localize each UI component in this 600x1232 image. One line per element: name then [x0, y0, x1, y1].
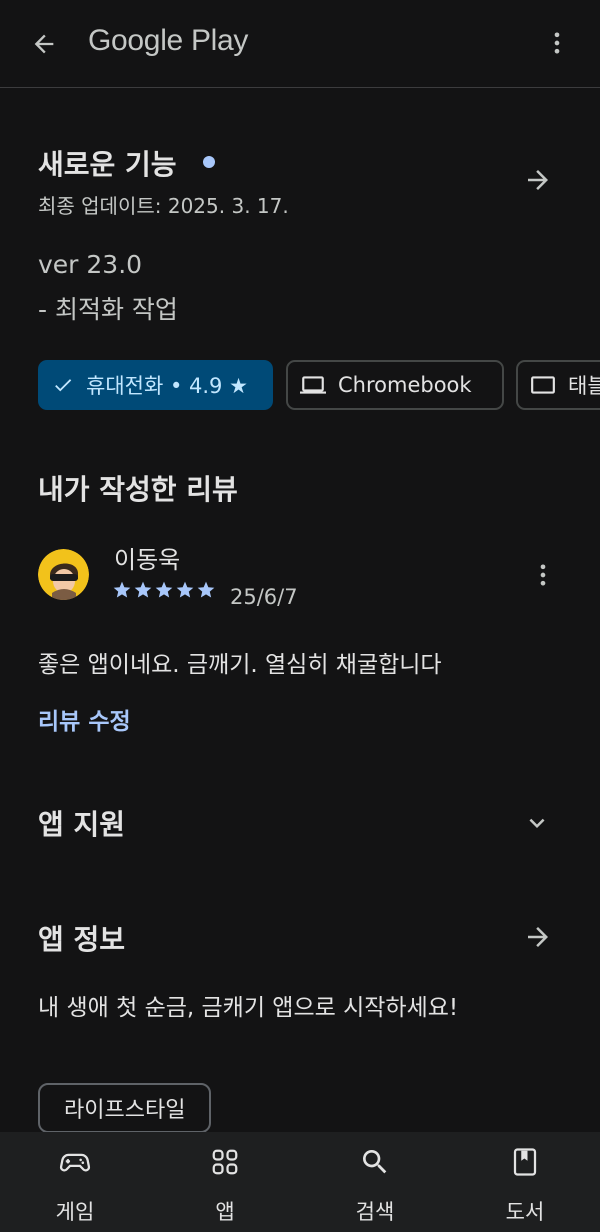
- release-note-text: - 최적화 작업: [38, 295, 178, 324]
- check-icon: [52, 374, 74, 396]
- more-vert-icon: [554, 32, 560, 54]
- my-review-title: 내가 작성한 리뷰: [38, 473, 238, 506]
- nav-item-apps[interactable]: 앱: [150, 1132, 300, 1232]
- arrow-forward-icon: [528, 170, 548, 190]
- edit-review-link[interactable]: 리뷰 수정: [38, 702, 131, 736]
- star-icon: [134, 581, 152, 598]
- book-icon: [450, 1146, 600, 1178]
- app-description: 내 생애 첫 순금, 금캐기 앱으로 시작하세요!: [38, 995, 459, 1021]
- reviewer-name: 이동욱: [114, 546, 181, 574]
- app-support-expand-button[interactable]: [520, 806, 554, 840]
- bottom-navigation: 게임 앱 검색 도서: [0, 1132, 600, 1232]
- category-tag-chip[interactable]: 라이프스타일: [38, 1083, 212, 1133]
- whats-new-arrow-button[interactable]: [520, 162, 556, 198]
- arrow-back-icon: [34, 34, 54, 54]
- search-icon: [300, 1146, 450, 1178]
- device-chip-tablet[interactable]: 태블: [516, 360, 600, 410]
- review-more-button[interactable]: [528, 558, 558, 592]
- nav-label: 도서: [505, 1200, 545, 1224]
- app-title: Google Play: [88, 24, 249, 57]
- nav-item-books[interactable]: 도서: [450, 1132, 600, 1232]
- arrow-forward-icon: [528, 927, 548, 947]
- nav-item-games[interactable]: 게임: [0, 1132, 150, 1232]
- device-chip-phone[interactable]: 휴대전화 • 4.9 ★: [38, 360, 273, 410]
- device-chip-label: 휴대전화 • 4.9 ★: [86, 374, 248, 398]
- whats-new-title[interactable]: 새로운 기능: [38, 143, 177, 183]
- last-updated-text: 최종 업데이트: 2025. 3. 17.: [38, 194, 289, 218]
- rating-stars: [112, 580, 216, 600]
- nav-label: 게임: [55, 1200, 95, 1224]
- review-body: 좋은 앱이네요. 금깨기. 열심히 채굴합니다: [38, 652, 442, 678]
- top-app-bar: Google Play: [0, 0, 600, 88]
- review-date: 25/6/7: [230, 585, 298, 609]
- apps-grid-icon: [150, 1146, 300, 1178]
- tablet-icon: [530, 372, 556, 398]
- more-vert-icon: [540, 564, 546, 586]
- more-options-button[interactable]: [540, 26, 574, 60]
- star-icon: [155, 581, 173, 598]
- star-icon: [113, 581, 131, 598]
- app-info-arrow-button[interactable]: [520, 919, 556, 955]
- device-chip-label: 태블: [568, 374, 600, 398]
- nav-item-search[interactable]: 검색: [300, 1132, 450, 1232]
- version-text: ver 23.0: [38, 250, 143, 279]
- back-button[interactable]: [24, 24, 64, 64]
- avatar: [38, 549, 89, 600]
- star-icon: [197, 581, 215, 598]
- app-info-title[interactable]: 앱 정보: [38, 918, 125, 958]
- chevron-down-icon: [529, 818, 545, 828]
- app-support-title[interactable]: 앱 지원: [38, 803, 125, 843]
- laptop-icon: [300, 372, 326, 398]
- gamepad-icon: [0, 1146, 150, 1178]
- new-indicator-dot: [203, 156, 215, 168]
- star-icon: [176, 581, 194, 598]
- device-chip-chromebook[interactable]: Chromebook: [286, 360, 504, 410]
- device-chip-label: Chromebook: [338, 373, 472, 397]
- nav-label: 검색: [355, 1200, 395, 1224]
- nav-label: 앱: [215, 1200, 235, 1224]
